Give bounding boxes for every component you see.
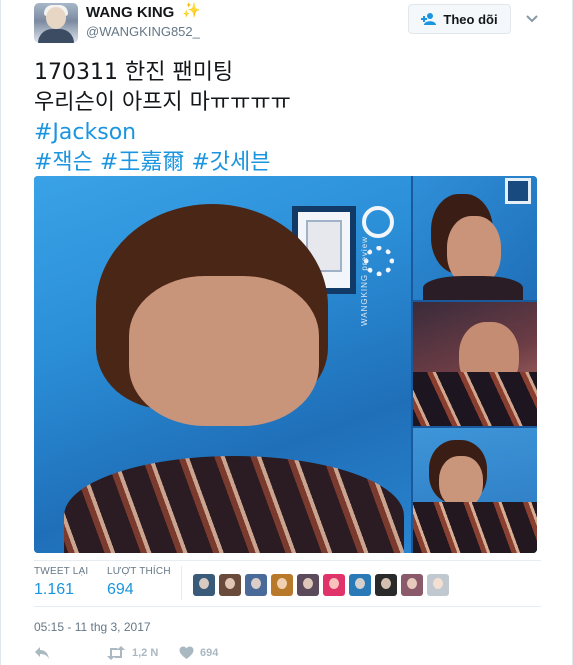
tweet-line-2: 우리슨이 아프지 마ㅠㅠㅠㅠ xyxy=(34,90,291,115)
avatar-body xyxy=(38,29,74,43)
photo-face xyxy=(129,276,319,426)
media-photo-2[interactable] xyxy=(413,176,537,300)
thumb-face xyxy=(439,456,483,508)
like-stat[interactable]: LƯỢT THÍCH 694 xyxy=(107,566,171,599)
heart-icon xyxy=(179,646,194,660)
liker-avatar-face xyxy=(381,578,391,589)
liker-avatar[interactable] xyxy=(427,574,449,596)
photo-watermark: WANGKING preview xyxy=(360,236,369,326)
liker-avatar-face xyxy=(199,578,209,589)
tweet-line-1: 170311 한진 팬미팅 xyxy=(34,60,234,85)
tweet-actions: 1,2 N 694 xyxy=(34,646,541,664)
retweet-stat-value: 1.161 xyxy=(34,581,75,598)
media-photo-4[interactable] xyxy=(413,428,537,553)
liker-avatar[interactable] xyxy=(297,574,319,596)
liker-avatar-face xyxy=(433,578,443,589)
retweet-stat-label: TWEET LẠI xyxy=(34,566,89,577)
tweet-card: WANG KING ✨ @WANGKING852_ Theo dõi 17031… xyxy=(0,0,573,665)
liker-avatar-face xyxy=(407,578,417,589)
retweet-icon xyxy=(106,646,126,660)
liker-avatar[interactable] xyxy=(271,574,293,596)
like-button[interactable]: 694 xyxy=(179,646,218,660)
retweet-stat[interactable]: TWEET LẠI 1.161 xyxy=(34,566,88,599)
stats-separator xyxy=(181,566,182,600)
thumb-shirt xyxy=(413,502,537,553)
author-display-name[interactable]: WANG KING xyxy=(86,4,174,21)
media-gallery: WANGKING preview xyxy=(34,176,537,553)
follow-button[interactable]: Theo dõi xyxy=(408,4,511,34)
thumb-screen-graphic xyxy=(505,178,531,204)
hashtag-jackson-korean[interactable]: #잭슨 xyxy=(34,150,93,175)
liker-avatar-face xyxy=(303,578,313,589)
liker-avatar-face xyxy=(251,578,261,589)
retweet-count: 1,2 N xyxy=(132,647,159,659)
media-photo-3[interactable] xyxy=(413,302,537,426)
author-handle[interactable]: @WANGKING852_ xyxy=(86,24,200,39)
retweet-button[interactable]: 1,2 N xyxy=(106,646,158,660)
liker-avatars xyxy=(193,574,449,596)
stage-ring-graphic xyxy=(362,206,394,238)
tweet-stats: TWEET LẠI 1.161 LƯỢT THÍCH 694 xyxy=(34,560,541,605)
tweet-timestamp[interactable]: 05:15 - 11 thg 3, 2017 xyxy=(34,620,151,634)
hashtag-wang-jiaer[interactable]: #王嘉爾 xyxy=(100,150,184,175)
like-count: 694 xyxy=(200,647,219,659)
hashtag-got7[interactable]: #갓세븐 xyxy=(191,150,270,175)
liker-avatar[interactable] xyxy=(323,574,345,596)
like-stat-value: 694 xyxy=(107,581,134,598)
add-user-icon xyxy=(421,13,437,25)
sparkle-emoji: ✨ xyxy=(182,2,201,19)
liker-avatar[interactable] xyxy=(401,574,423,596)
liker-avatar-face xyxy=(355,578,365,589)
tweet-text: 170311 한진 팬미팅 우리슨이 아프지 마ㅠㅠㅠㅠ #Jackson #잭… xyxy=(34,58,534,178)
divider-bottom xyxy=(34,606,541,607)
tweet-header: WANG KING ✨ @WANGKING852_ Theo dõi xyxy=(1,0,573,56)
media-photo-main[interactable]: WANGKING preview xyxy=(34,176,411,553)
thumb-body xyxy=(423,276,523,300)
liker-avatar-face xyxy=(225,578,235,589)
liker-avatar-face xyxy=(329,578,339,589)
liker-avatar[interactable] xyxy=(245,574,267,596)
avatar-face xyxy=(46,7,66,29)
chevron-down-icon[interactable] xyxy=(522,8,542,28)
follow-button-label: Theo dõi xyxy=(443,11,498,27)
liker-avatar[interactable] xyxy=(349,574,371,596)
thumb-shirt xyxy=(413,372,537,426)
liker-avatar[interactable] xyxy=(219,574,241,596)
liker-avatar[interactable] xyxy=(375,574,397,596)
author-avatar[interactable] xyxy=(34,3,78,43)
photo-shirt xyxy=(64,456,404,553)
liker-avatar-face xyxy=(277,578,287,589)
hashtags-line: #잭슨 #王嘉爾 #갓세븐 xyxy=(34,148,534,178)
liker-avatar[interactable] xyxy=(193,574,215,596)
hashtag-jackson[interactable]: #Jackson xyxy=(34,118,534,148)
like-stat-label: LƯỢT THÍCH xyxy=(107,566,171,577)
reply-button[interactable] xyxy=(34,646,50,660)
reply-icon xyxy=(34,646,50,660)
